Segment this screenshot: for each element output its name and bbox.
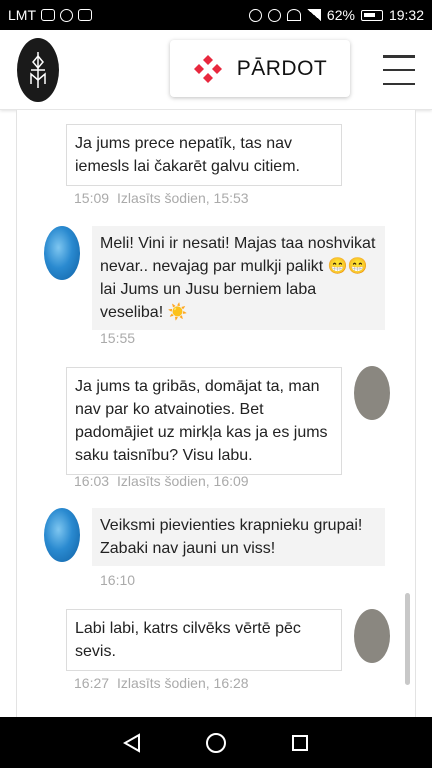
message-meta: 15:09 Izlasīts šodien, 15:53 bbox=[74, 190, 249, 206]
message-meta: 16:10 bbox=[100, 572, 135, 588]
logo-glyph-icon bbox=[30, 52, 46, 88]
sell-button-label: PĀRDOT bbox=[236, 56, 328, 80]
chat-messages[interactable]: Ja jums prece nepatīk, tas nav iemesls l… bbox=[16, 110, 416, 717]
sell-diamond-icon bbox=[193, 54, 222, 83]
menu-line bbox=[383, 55, 415, 58]
message-meta: 16:03 Izlasīts šodien, 16:09 bbox=[74, 473, 249, 489]
battery-icon bbox=[360, 9, 383, 21]
heart-monitor-icon bbox=[41, 9, 55, 21]
message-time: 16:03 bbox=[74, 473, 110, 489]
message-text: Meli! Vini ir nesati! Majas taa noshvika… bbox=[100, 235, 376, 321]
read-receipt: Izlasīts šodien, 16:09 bbox=[117, 473, 249, 489]
recents-square-icon[interactable] bbox=[288, 731, 312, 755]
chrome-icon bbox=[60, 8, 73, 22]
message-text: Labi labi, katrs cilvēks vērtē pēc sevis… bbox=[75, 620, 301, 660]
home-circle-icon[interactable] bbox=[204, 731, 228, 755]
battery-percent: 62% bbox=[326, 7, 355, 23]
carrier-label: LMT bbox=[8, 7, 36, 23]
message-bubble-received: Meli! Vini ir nesati! Majas taa noshvika… bbox=[92, 226, 385, 330]
system-nav-bar bbox=[0, 717, 432, 768]
message-text: Ja jums prece nepatīk, tas nav iemesls l… bbox=[75, 135, 300, 175]
avatar[interactable] bbox=[44, 226, 80, 280]
status-bar: LMT 62% 19:32 bbox=[0, 0, 432, 30]
signal-icon bbox=[306, 9, 321, 21]
read-receipt: Izlasīts šodien, 15:53 bbox=[117, 190, 249, 206]
eye-icon bbox=[267, 8, 281, 22]
status-time: 19:32 bbox=[388, 7, 424, 23]
avatar[interactable] bbox=[354, 366, 390, 420]
message-meta: 15:55 bbox=[100, 330, 135, 346]
message-time: 16:27 bbox=[74, 675, 110, 691]
alarm-icon bbox=[248, 8, 262, 22]
hamburger-menu-icon[interactable] bbox=[383, 55, 415, 85]
avatar[interactable] bbox=[44, 508, 80, 562]
message-bubble-received: Veiksmi pievienties krapnieku grupai! Za… bbox=[92, 508, 385, 566]
message-time: 15:55 bbox=[100, 330, 136, 346]
message-time: 15:09 bbox=[74, 190, 110, 206]
back-triangle-icon[interactable] bbox=[120, 731, 144, 755]
message-text: Veiksmi pievienties krapnieku grupai! Za… bbox=[100, 517, 363, 557]
read-receipt: Izlasīts šodien, 16:28 bbox=[117, 675, 249, 691]
message-text: Ja jums ta gribās, domājat ta, man nav p… bbox=[75, 378, 328, 464]
message-bubble-sent: Ja jums ta gribās, domājat ta, man nav p… bbox=[66, 367, 342, 475]
message-bubble-sent: Ja jums prece nepatīk, tas nav iemesls l… bbox=[66, 124, 342, 186]
message-meta: 16:27 Izlasīts šodien, 16:28 bbox=[74, 675, 249, 691]
wifi-icon bbox=[286, 9, 301, 21]
menu-line bbox=[383, 68, 415, 72]
app-header: PĀRDOT bbox=[0, 30, 432, 110]
avatar[interactable] bbox=[354, 609, 390, 663]
brand-logo-icon[interactable] bbox=[17, 38, 59, 102]
scrollbar[interactable] bbox=[405, 593, 410, 685]
sell-button[interactable]: PĀRDOT bbox=[170, 40, 350, 97]
message-time: 16:10 bbox=[100, 572, 136, 588]
menu-line bbox=[383, 82, 415, 85]
youtube-icon bbox=[78, 9, 92, 21]
message-bubble-sent: Labi labi, katrs cilvēks vērtē pēc sevis… bbox=[66, 609, 342, 671]
